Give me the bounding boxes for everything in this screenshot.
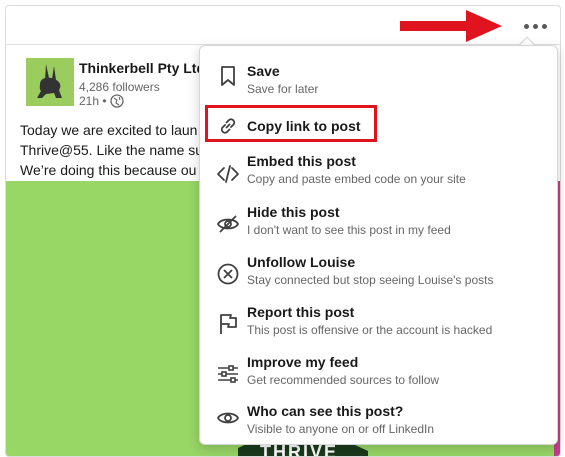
post-time: 21h • (79, 94, 107, 108)
menu-item-unfollow[interactable]: Unfollow Louise Stay connected but stop … (200, 251, 557, 301)
link-icon (216, 114, 240, 138)
code-icon (216, 162, 240, 186)
flag-icon (216, 312, 240, 336)
post-text: Today we are excited to laun Thrive@55. … (20, 120, 220, 180)
menu-item-title: Copy link to post (247, 118, 361, 134)
menu-item-subtitle: Get recommended sources to follow (247, 373, 440, 387)
menu-item-copy-link[interactable]: Copy link to post (200, 101, 557, 151)
menu-item-visibility[interactable]: Who can see this post? Visible to anyone… (200, 401, 557, 451)
menu-item-title: Who can see this post? (247, 403, 404, 419)
red-arrow-annotation (400, 10, 502, 42)
menu-item-subtitle: This post is offensive or the account is… (247, 323, 493, 337)
menu-item-title: Report this post (247, 304, 355, 320)
menu-item-title: Unfollow Louise (247, 254, 356, 270)
post-text-line: We’re doing this because ou (20, 162, 197, 178)
dot-icon (523, 23, 529, 29)
menu-item-title: Save (247, 63, 280, 79)
menu-item-subtitle: I don't want to see this post in my feed (247, 223, 451, 237)
menu-item-improve-feed[interactable]: Improve my feed Get recommended sources … (200, 351, 557, 401)
dot-icon (532, 23, 538, 29)
post-options-menu: Save Save for later Copy link to post Em… (199, 45, 558, 445)
post-meta: 21h • (79, 94, 124, 108)
eye-icon (216, 406, 240, 430)
menu-item-title: Improve my feed (247, 354, 359, 370)
bookmark-icon (216, 64, 240, 88)
menu-item-subtitle: Visible to anyone on or off LinkedIn (247, 422, 435, 436)
menu-item-report[interactable]: Report this post This post is offensive … (200, 301, 557, 351)
menu-item-subtitle: Copy and paste embed code on your site (247, 172, 466, 186)
post-text-line: Today we are excited to laun (20, 122, 198, 138)
company-name[interactable]: Thinkerbell Pty Ltd (79, 60, 205, 76)
menu-item-subtitle: Save for later (247, 82, 319, 96)
eye-slash-icon (216, 212, 240, 236)
menu-item-title: Hide this post (247, 204, 340, 220)
menu-item-embed[interactable]: Embed this post Copy and paste embed cod… (200, 151, 557, 201)
menu-item-save[interactable]: Save Save for later (200, 51, 557, 101)
menu-item-title: Embed this post (247, 153, 356, 169)
x-circle-icon (216, 262, 240, 286)
menu-item-subtitle: Stay connected but stop seeing Louise's … (247, 273, 494, 287)
globe-icon (109, 94, 124, 108)
more-options-button[interactable] (516, 13, 554, 39)
dot-icon (541, 23, 547, 29)
company-logo[interactable] (26, 58, 74, 106)
sliders-icon (216, 362, 240, 386)
menu-item-hide[interactable]: Hide this post I don't want to see this … (200, 201, 557, 251)
follower-count: 4,286 followers (79, 80, 160, 94)
rabbit-logo-icon (37, 64, 62, 98)
post-text-line: Thrive@55. Like the name su (20, 142, 204, 158)
